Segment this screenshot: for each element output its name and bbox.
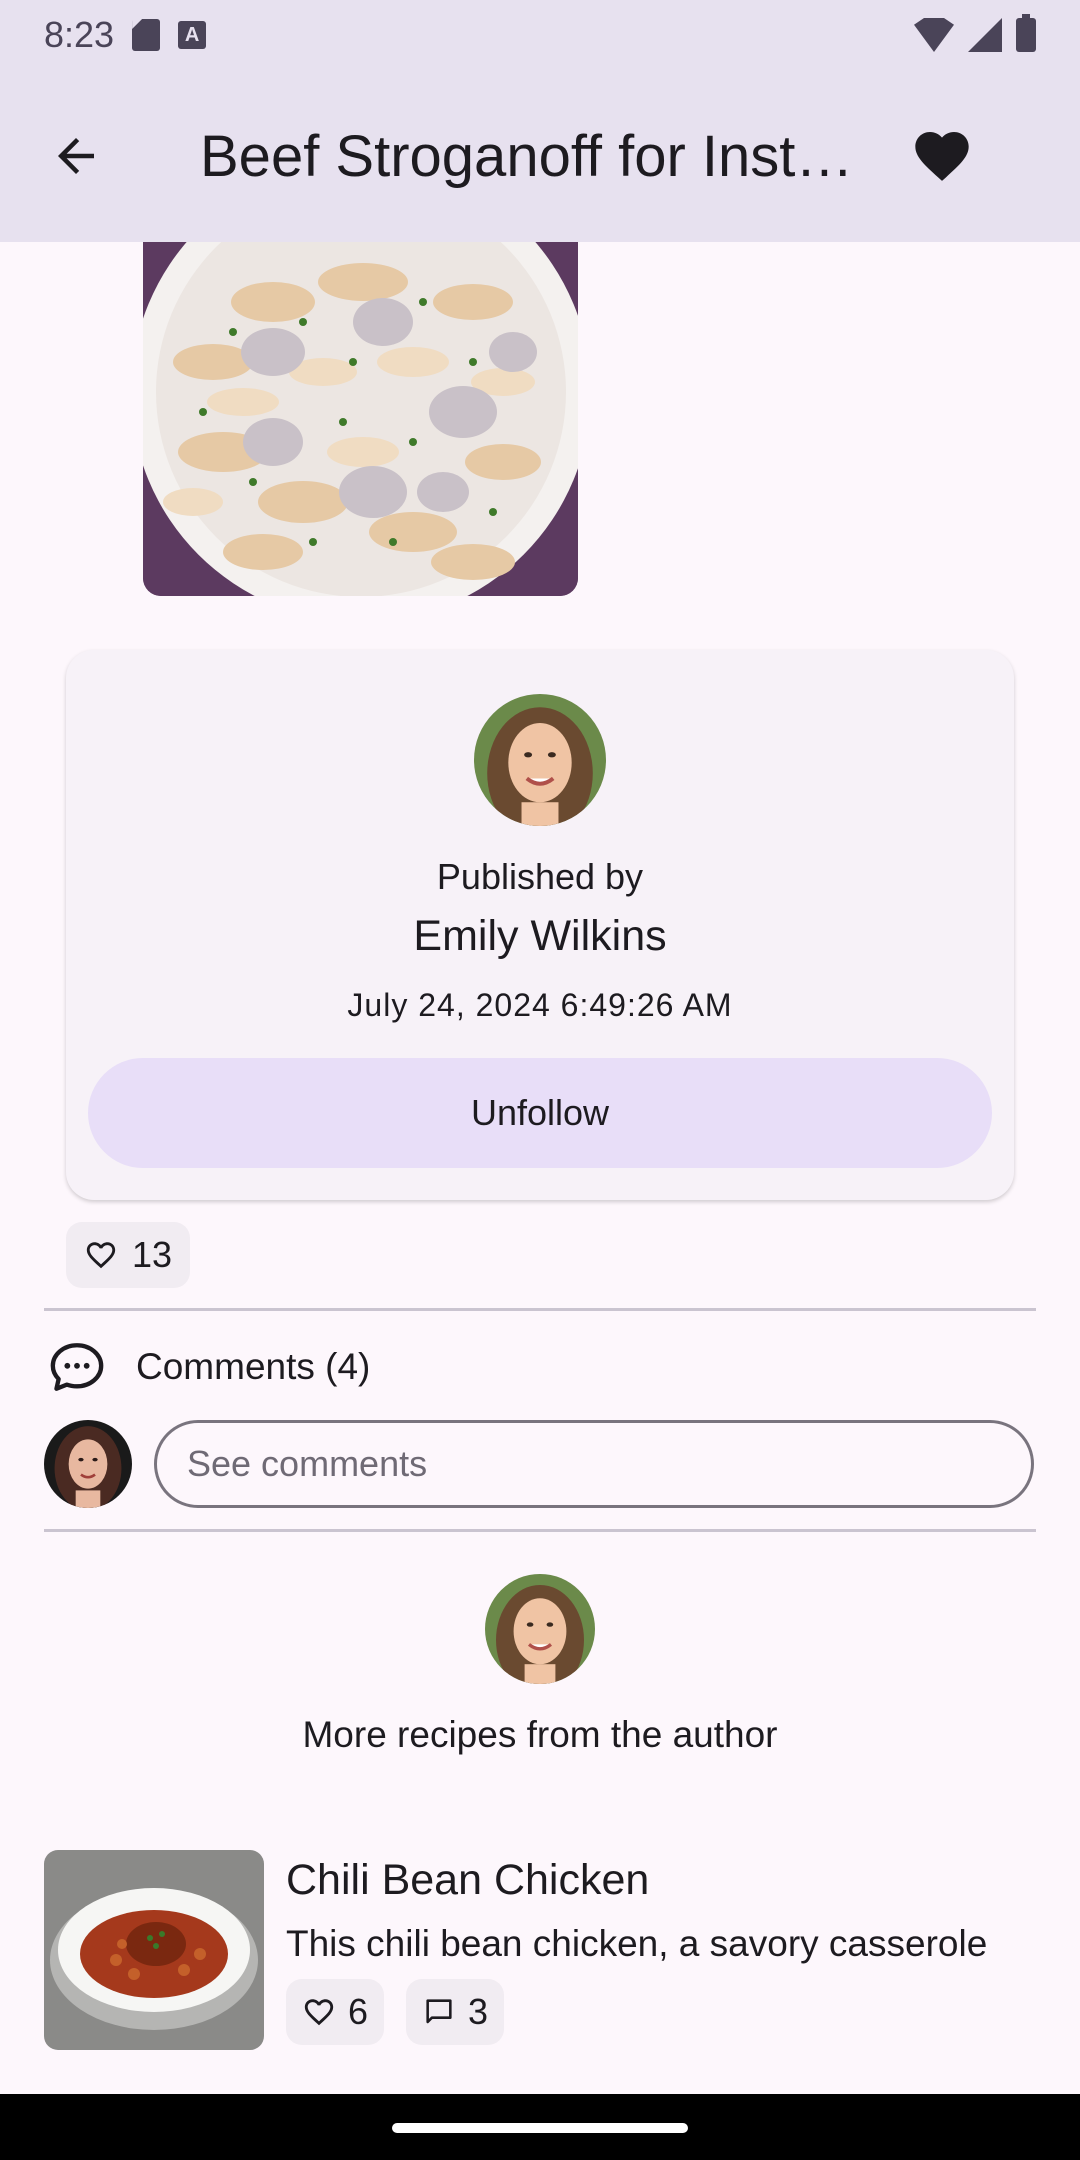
author-avatar-small[interactable] bbox=[485, 1574, 595, 1684]
cell-signal-icon bbox=[968, 18, 1002, 52]
author-name: Emily Wilkins bbox=[413, 912, 667, 960]
status-bar: 8:23 A bbox=[0, 0, 1080, 70]
page-title: Beef Stroganoff for Instant Pot bbox=[200, 123, 860, 189]
recipe-list-item[interactable]: Chili Bean Chicken This chili bean chick… bbox=[44, 1850, 1036, 2050]
heart-outline-icon bbox=[86, 1242, 116, 1269]
recipe-comment-chip[interactable]: 3 bbox=[406, 1979, 505, 2045]
author-portrait-small bbox=[485, 1574, 595, 1684]
recipe-like-count: 6 bbox=[348, 1991, 369, 2032]
more-from-author-section: More recipes from the author bbox=[0, 1574, 1080, 1756]
author-card: Published by Emily Wilkins July 24, 2024… bbox=[66, 650, 1014, 1200]
stroganoff-photo bbox=[143, 242, 578, 596]
home-gesture-handle[interactable] bbox=[392, 2123, 688, 2133]
like-chip[interactable]: 13 bbox=[66, 1222, 191, 1288]
heart-filled-icon bbox=[915, 132, 969, 181]
heart-outline-icon bbox=[304, 1999, 334, 2026]
recipe-like-chip[interactable]: 6 bbox=[286, 1979, 385, 2045]
divider-top bbox=[44, 1308, 1036, 1311]
recipe-comment-count: 3 bbox=[468, 1991, 489, 2032]
see-comments-input[interactable] bbox=[154, 1420, 1034, 1508]
top-app-bar: Beef Stroganoff for Instant Pot bbox=[0, 70, 1080, 242]
accessibility-a-icon: A bbox=[178, 21, 207, 49]
comment-icon bbox=[426, 1999, 452, 2024]
unfollow-button[interactable]: Unfollow bbox=[88, 1058, 992, 1168]
published-date: July 24, 2024 6:49:26 AM bbox=[347, 987, 733, 1023]
comments-header: Comments (4) bbox=[48, 1338, 370, 1396]
sd-card-icon bbox=[132, 19, 161, 51]
recipe-description: This chili bean chicken, a savory casser… bbox=[286, 1923, 988, 1964]
status-left: 8:23 A bbox=[44, 14, 207, 56]
comments-title: Comments (4) bbox=[136, 1346, 371, 1387]
comment-entry-row bbox=[44, 1420, 1034, 1508]
recipe-stats: 6 3 bbox=[286, 1979, 1036, 2045]
recipe-hero-image bbox=[143, 242, 578, 596]
current-user-avatar bbox=[44, 1420, 132, 1508]
author-avatar[interactable] bbox=[474, 694, 606, 826]
wifi-icon bbox=[914, 18, 954, 52]
published-by-label: Published by bbox=[436, 856, 644, 897]
arrow-back-icon bbox=[58, 138, 94, 174]
favorite-button[interactable] bbox=[892, 106, 992, 206]
divider-bottom bbox=[44, 1529, 1036, 1532]
more-recipes-label: More recipes from the author bbox=[302, 1714, 778, 1755]
battery-icon bbox=[1016, 14, 1036, 52]
chat-bubble-icon bbox=[50, 1343, 104, 1391]
recipe-title: Chili Bean Chicken bbox=[286, 1856, 650, 1904]
back-button[interactable] bbox=[26, 106, 126, 206]
status-right bbox=[914, 14, 1036, 52]
chili-chicken-photo bbox=[44, 1850, 264, 2050]
recipe-thumbnail bbox=[44, 1850, 264, 2050]
like-count: 13 bbox=[132, 1234, 173, 1275]
current-user-portrait bbox=[44, 1420, 132, 1508]
recipe-info: Chili Bean Chicken This chili bean chick… bbox=[286, 1850, 1036, 2050]
status-time: 8:23 bbox=[44, 14, 115, 55]
author-portrait bbox=[474, 694, 606, 826]
